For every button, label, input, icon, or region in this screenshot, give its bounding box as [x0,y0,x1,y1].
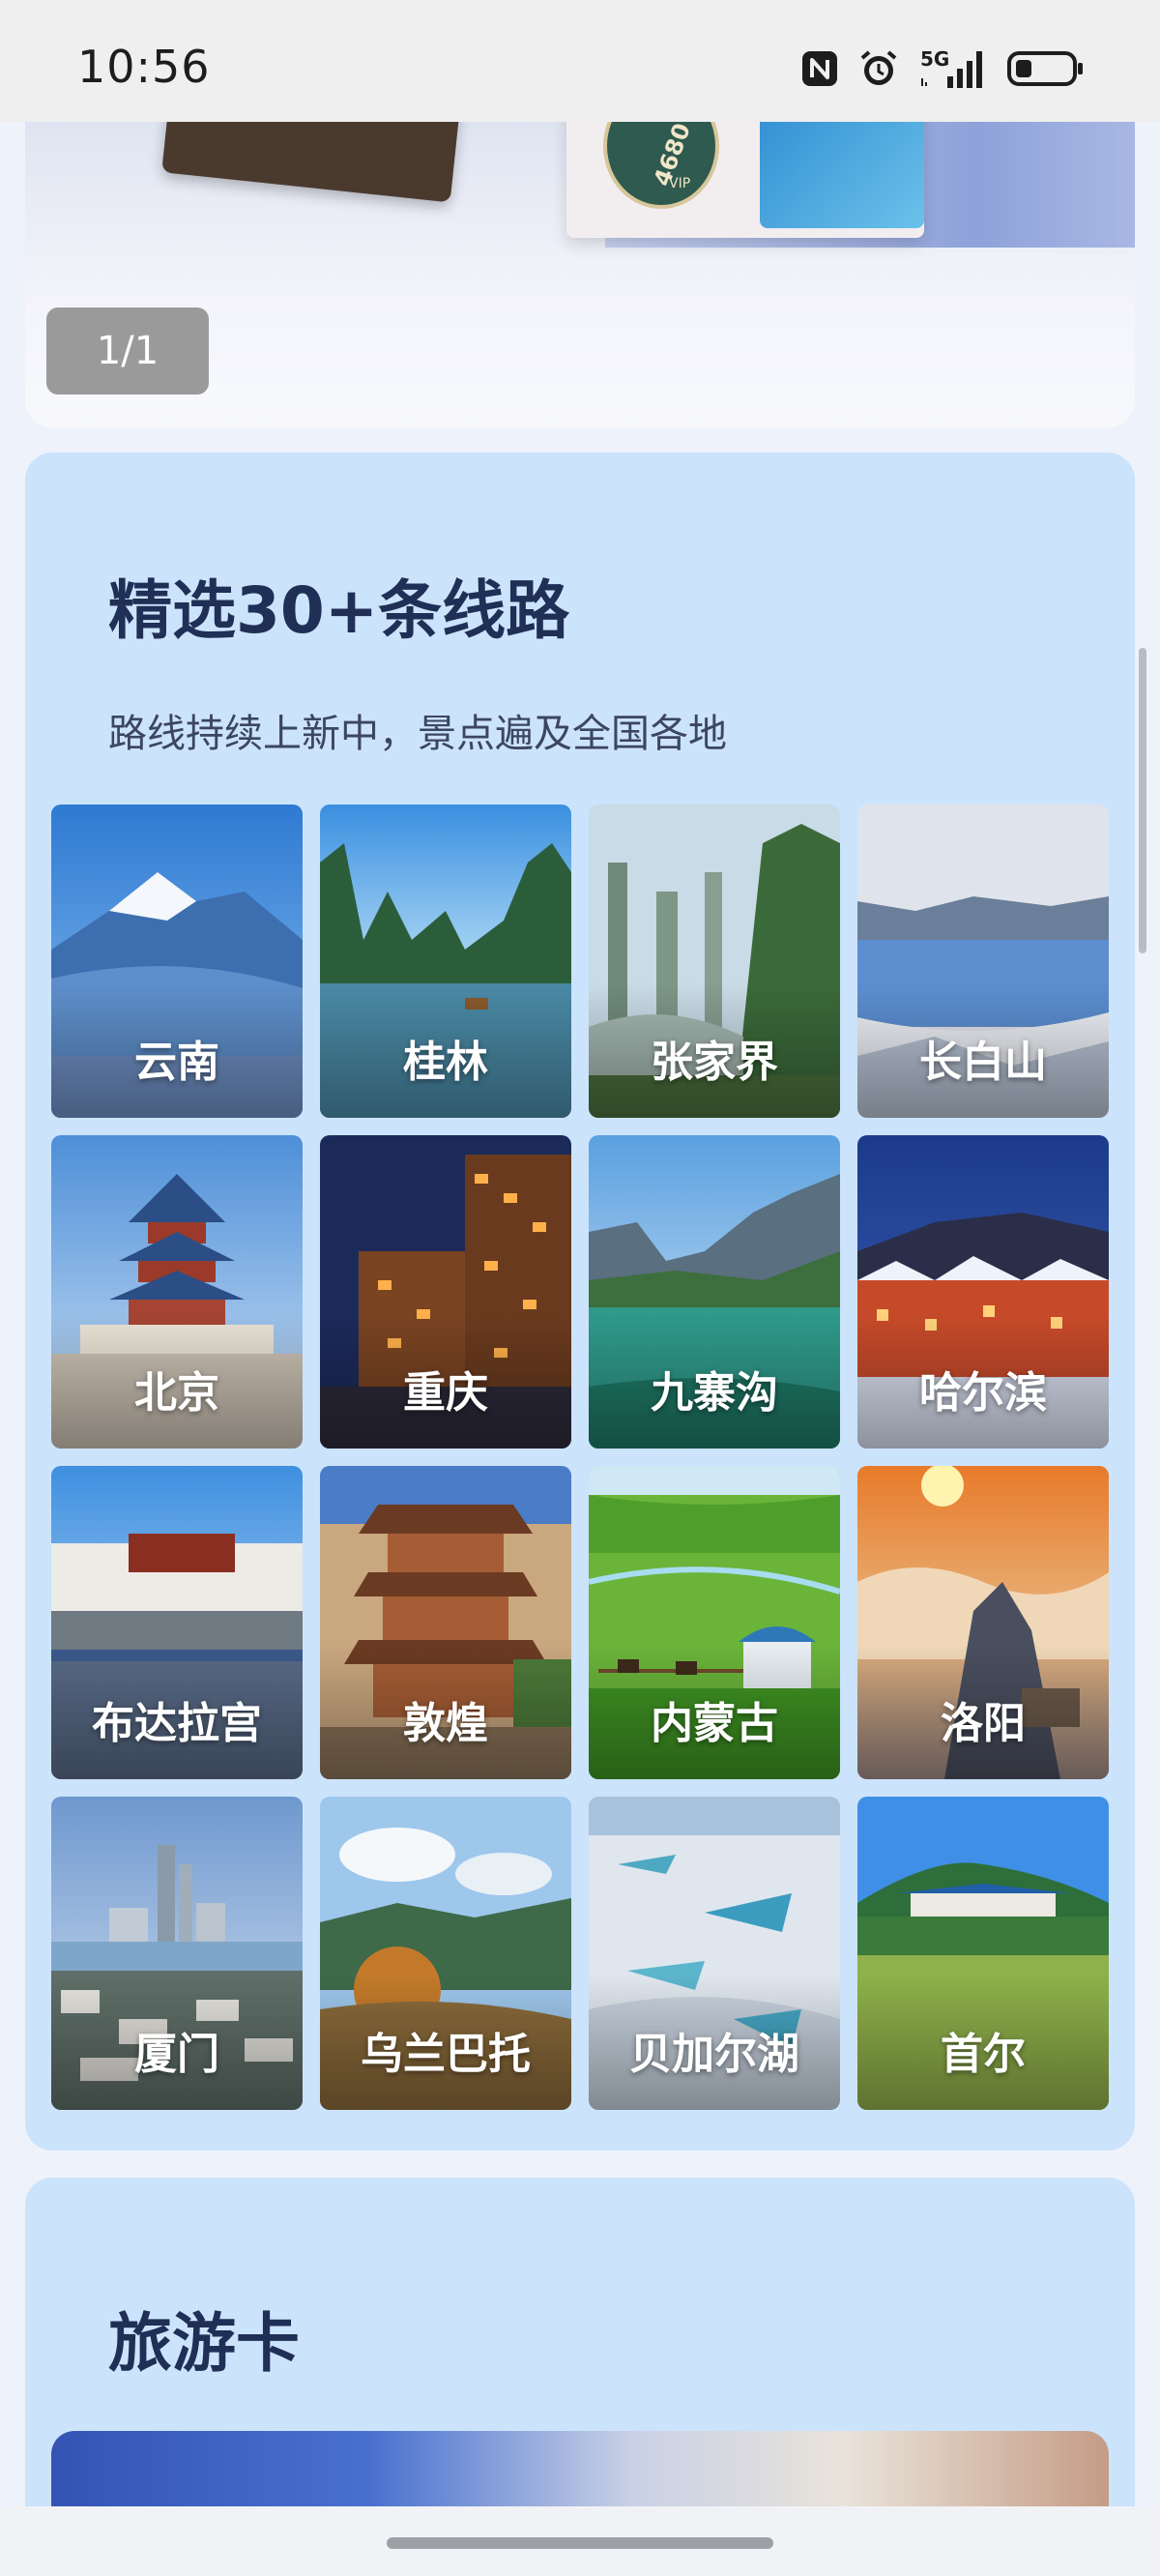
route-label: 云南 [134,1038,219,1087]
battery-icon [1007,49,1085,88]
route-label: 内蒙古 [651,1699,778,1748]
banner-card-blue [760,122,924,228]
banner-page-counter: 1/1 [46,307,209,395]
home-indicator[interactable] [387,2537,773,2549]
banner-card-dark [161,122,461,203]
route-label: 张家界 [651,1038,778,1087]
route-tile-dunhuang[interactable]: 敦煌 [320,1466,571,1779]
route-tile-xiamen[interactable]: 厦门 [51,1797,303,2110]
route-tile-inner-mongolia[interactable]: 内蒙古 [589,1466,840,1779]
route-label: 厦门 [134,2030,219,2079]
travel-card-title: 旅游卡 [108,2306,300,2381]
scrollbar[interactable] [1139,648,1146,953]
route-tile-potala[interactable]: 布达拉宫 [51,1466,303,1779]
routes-section: 精选30+条线路 路线持续上新中，景点遍及全国各地 云南 桂林 张家界 长白山 … [25,453,1135,2151]
routes-subtitle: 路线持续上新中，景点遍及全国各地 [108,712,727,756]
route-label: 桂林 [403,1038,488,1087]
route-tile-yunnan[interactable]: 云南 [51,805,303,1118]
route-label: 九寨沟 [651,1368,778,1418]
route-label: 长白山 [919,1038,1047,1087]
route-tile-ulaanbaatar[interactable]: 乌兰巴托 [320,1797,571,2110]
route-tile-seoul[interactable]: 首尔 [857,1797,1109,2110]
routes-grid: 云南 桂林 张家界 长白山 北京 重庆 九寨沟 哈尔滨 布达拉宫 敦煌 内蒙古 … [51,805,1109,2110]
alarm-icon [858,48,899,89]
promo-banner[interactable]: 4680 VIP 1/1 [25,122,1135,427]
route-tile-baikal[interactable]: 贝加尔湖 [589,1797,840,2110]
network-label: 5G [920,47,950,71]
nfc-icon [800,49,839,88]
route-tile-beijing[interactable]: 北京 [51,1135,303,1449]
route-tile-luoyang[interactable]: 洛阳 [857,1466,1109,1779]
route-label: 北京 [134,1368,219,1418]
banner-vip-text: VIP [669,176,691,191]
route-tile-chongqing[interactable]: 重庆 [320,1135,571,1449]
route-label: 重庆 [403,1368,488,1418]
route-tile-changbaishan[interactable]: 长白山 [857,805,1109,1118]
route-tile-jiuzhaigou[interactable]: 九寨沟 [589,1135,840,1449]
signal-5g-icon: 5G [918,47,988,90]
route-tile-harbin[interactable]: 哈尔滨 [857,1135,1109,1449]
route-tile-guilin[interactable]: 桂林 [320,805,571,1118]
route-label: 哈尔滨 [919,1368,1047,1418]
status-icons: 5G [800,46,1085,91]
route-label: 敦煌 [403,1699,488,1748]
status-bar: 10:56 5G [0,0,1160,122]
route-label: 洛阳 [941,1699,1026,1748]
route-tile-zhangjiajie[interactable]: 张家界 [589,805,840,1118]
route-label: 贝加尔湖 [629,2030,799,2079]
route-label: 首尔 [941,2030,1026,2079]
routes-title: 精选30+条线路 [108,573,570,648]
status-time: 10:56 [77,41,211,93]
route-label: 布达拉宫 [92,1699,262,1748]
route-label: 乌兰巴托 [361,2030,531,2079]
